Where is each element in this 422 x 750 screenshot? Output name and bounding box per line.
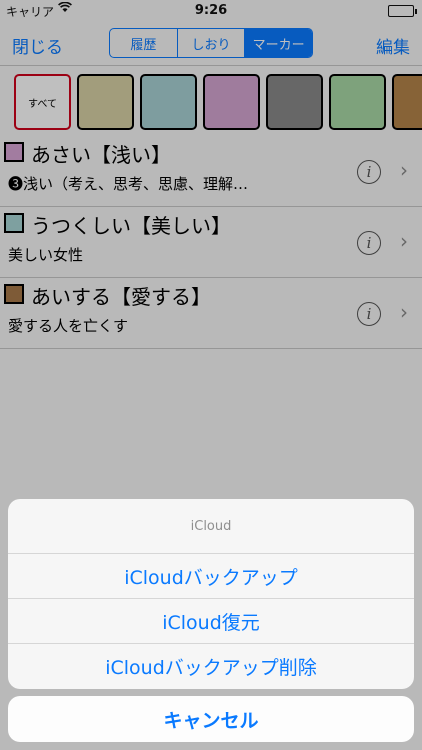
icloud-delete-backup-button[interactable]: iCloudバックアップ削除	[8, 644, 414, 689]
action-sheet-title: iCloud	[8, 499, 414, 554]
icloud-restore-button[interactable]: iCloud復元	[8, 599, 414, 644]
icloud-backup-button[interactable]: iCloudバックアップ	[8, 554, 414, 599]
icloud-action-sheet: iCloud iCloudバックアップ iCloud復元 iCloudバックアッ…	[8, 499, 414, 689]
cancel-button[interactable]: キャンセル	[8, 696, 414, 742]
